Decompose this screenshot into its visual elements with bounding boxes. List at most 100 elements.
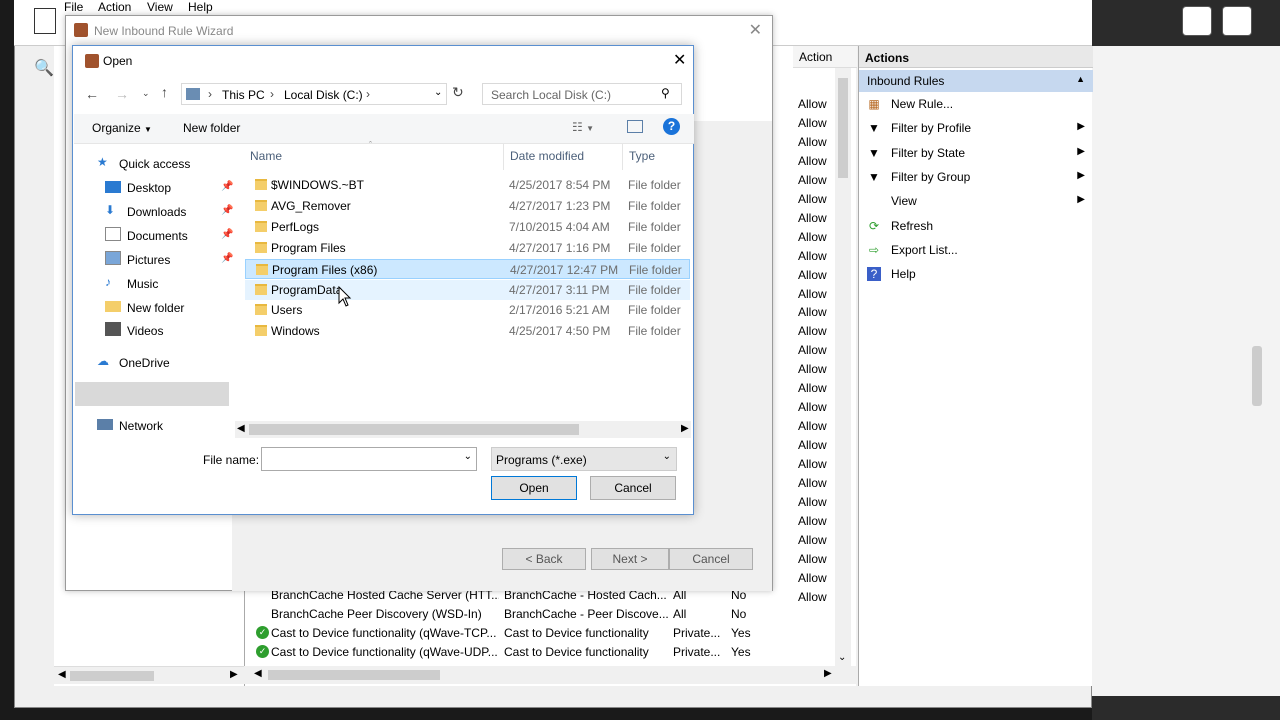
- tool-icon[interactable]: [1182, 6, 1212, 36]
- folder-icon: [255, 220, 267, 232]
- desktop-icon: [105, 181, 121, 193]
- scroll-right-icon[interactable]: ▶: [681, 423, 689, 434]
- scroll-left-icon[interactable]: ◀: [254, 668, 262, 679]
- filter-icon: ▼: [868, 145, 880, 160]
- file-hscroll[interactable]: ◀ ▶: [235, 421, 691, 438]
- scroll-right-icon[interactable]: ▶: [230, 669, 238, 680]
- file-type: File folder: [628, 240, 681, 255]
- menu-action[interactable]: Action: [98, 0, 131, 14]
- wizard-cancel-button[interactable]: Cancel: [669, 548, 753, 570]
- action-item-filter-by-state[interactable]: ▼ Filter by State ▶: [859, 143, 1093, 165]
- scroll-down-icon[interactable]: ⌄: [838, 652, 846, 663]
- next-button[interactable]: Next >: [591, 548, 669, 570]
- close-icon[interactable]: ✕: [749, 20, 762, 40]
- file-row[interactable]: Program Files 4/27/2017 1:16 PM File folde…: [245, 238, 690, 258]
- list-icon[interactable]: [34, 8, 56, 34]
- tree-hscroll[interactable]: ◀ ▶: [54, 666, 244, 684]
- filter-icon: ▼: [868, 121, 880, 136]
- close-icon[interactable]: ✕: [673, 50, 686, 70]
- action-item-new-rule[interactable]: ▦ New Rule...: [859, 94, 1093, 116]
- address-dropdown-icon[interactable]: ⌄: [434, 87, 442, 98]
- back-button[interactable]: < Back: [502, 548, 586, 570]
- nav-item-desktop[interactable]: Desktop 📌: [105, 177, 233, 199]
- file-row[interactable]: Program Files (x86) 4/27/2017 12:47 PM Fil…: [245, 258, 690, 279]
- nav-quick-access[interactable]: ★ Quick access: [97, 153, 190, 175]
- rule-hscroll[interactable]: ◀ ▶: [244, 666, 856, 684]
- rule-action-cell: Allow: [798, 210, 827, 225]
- file-type: File folder: [628, 219, 681, 234]
- rule-action-cell: Allow: [798, 267, 827, 282]
- settings-tools-icon[interactable]: [1222, 6, 1252, 36]
- help-icon[interactable]: ?: [663, 118, 680, 135]
- scroll-left-icon[interactable]: ◀: [58, 669, 66, 680]
- file-row[interactable]: Users 2/17/2016 5:21 AM File folder: [245, 300, 690, 320]
- open-button[interactable]: Open: [491, 476, 577, 500]
- action-item-help[interactable]: ? Help: [859, 264, 1093, 286]
- search-icon[interactable]: 🔍: [34, 58, 54, 78]
- scrollbar[interactable]: [1252, 346, 1262, 406]
- nav-item-videos[interactable]: Videos: [105, 320, 163, 342]
- menu-help[interactable]: Help: [188, 0, 213, 14]
- rule-enabled: Yes: [731, 645, 751, 659]
- rule-name: BranchCache Peer Discovery (WSD-In): [271, 607, 482, 621]
- file-row[interactable]: PerfLogs 7/10/2015 4:04 AM File folder: [245, 217, 690, 237]
- menu-file[interactable]: File: [64, 0, 83, 14]
- action-item-view[interactable]: View ▶: [859, 191, 1093, 213]
- forward-arrow-icon[interactable]: →: [115, 86, 129, 102]
- preview-pane-icon[interactable]: [627, 120, 643, 133]
- organize-button[interactable]: Organize ▼: [92, 121, 152, 135]
- up-arrow-icon[interactable]: ↑: [161, 84, 168, 100]
- cancel-button[interactable]: Cancel: [590, 476, 676, 500]
- column-name[interactable]: Name: [250, 149, 282, 163]
- back-arrow-icon[interactable]: ←: [85, 86, 99, 102]
- menu-view[interactable]: View: [147, 0, 173, 14]
- nav-label: Downloads: [127, 204, 187, 219]
- actions-section-label: Inbound Rules: [867, 74, 945, 88]
- action-item-filter-by-profile[interactable]: ▼ Filter by Profile ▶: [859, 118, 1093, 140]
- folder-icon: [105, 300, 121, 312]
- collapse-icon[interactable]: ▲: [1076, 74, 1085, 84]
- file-date: 4/27/2017 1:16 PM: [509, 240, 611, 255]
- action-label: Help: [891, 267, 916, 282]
- scroll-right-icon[interactable]: ▶: [824, 668, 832, 679]
- nav-onedrive[interactable]: ☁ OneDrive: [97, 352, 170, 374]
- nav-item-new-folder[interactable]: New folder: [105, 297, 184, 319]
- rule-action-cell: Allow: [798, 419, 827, 434]
- scroll-left-icon[interactable]: ◀: [237, 423, 245, 434]
- action-item-filter-by-group[interactable]: ▼ Filter by Group ▶: [859, 167, 1093, 189]
- action-item-refresh[interactable]: ⟳ Refresh: [859, 216, 1093, 238]
- file-row[interactable]: ProgramData 4/27/2017 3:11 PM File folder: [245, 279, 690, 300]
- table-row[interactable]: ✓ Cast to Device functionality (qWave-UDP…: [254, 643, 824, 662]
- refresh-icon[interactable]: ↻: [452, 84, 464, 101]
- recent-chevron-icon[interactable]: ⌄: [142, 88, 150, 99]
- file-name-input[interactable]: ⌄: [261, 447, 477, 471]
- view-options-icon[interactable]: ☷ ▼: [572, 120, 594, 134]
- table-row[interactable]: BranchCache Peer Discovery (WSD-In) Branc…: [254, 605, 824, 624]
- rule-action-cell: Allow: [798, 457, 827, 472]
- file-row[interactable]: $WINDOWS.~BT 4/25/2017 8:54 PM File folder: [245, 175, 690, 195]
- new-folder-button[interactable]: New folder: [183, 121, 240, 135]
- nav-item-pictures[interactable]: Pictures 📌: [105, 249, 233, 271]
- column-type[interactable]: Type: [629, 149, 655, 163]
- breadcrumb-local-disk[interactable]: Local Disk (C:): [284, 88, 363, 102]
- table-row[interactable]: ✓ Cast to Device functionality (qWave-TCP…: [254, 624, 824, 643]
- action-column-header[interactable]: Action: [793, 46, 857, 68]
- actions-section-inbound[interactable]: Inbound Rules ▲: [859, 70, 1093, 92]
- search-input[interactable]: Search Local Disk (C:): [482, 83, 682, 105]
- file-type-select[interactable]: Programs (*.exe) ⌄: [491, 447, 677, 471]
- file-row[interactable]: Windows 4/25/2017 4:50 PM File folder: [245, 321, 690, 341]
- nav-item-downloads[interactable]: ⬇ Downloads 📌: [105, 201, 233, 223]
- column-date-modified[interactable]: Date modified: [510, 149, 584, 163]
- submenu-arrow-icon: ▶: [1077, 169, 1085, 181]
- search-icon[interactable]: ⚲: [661, 86, 670, 100]
- nav-item-music[interactable]: ♪ Music: [105, 273, 158, 295]
- file-type-dropdown-icon[interactable]: ⌄: [663, 451, 671, 462]
- file-name-dropdown-icon[interactable]: ⌄: [464, 451, 472, 462]
- nav-network[interactable]: Network: [97, 415, 163, 437]
- file-row[interactable]: AVG_Remover 4/27/2017 1:23 PM File folder: [245, 196, 690, 216]
- nav-item-documents[interactable]: Documents 📌: [105, 225, 233, 247]
- rule-vscroll[interactable]: ⌄: [835, 68, 851, 668]
- action-item-export-list[interactable]: ⇨ Export List...: [859, 240, 1093, 262]
- breadcrumb-this-pc[interactable]: This PC: [222, 88, 265, 102]
- address-bar[interactable]: › This PC › Local Disk (C:) › ⌄: [181, 83, 447, 105]
